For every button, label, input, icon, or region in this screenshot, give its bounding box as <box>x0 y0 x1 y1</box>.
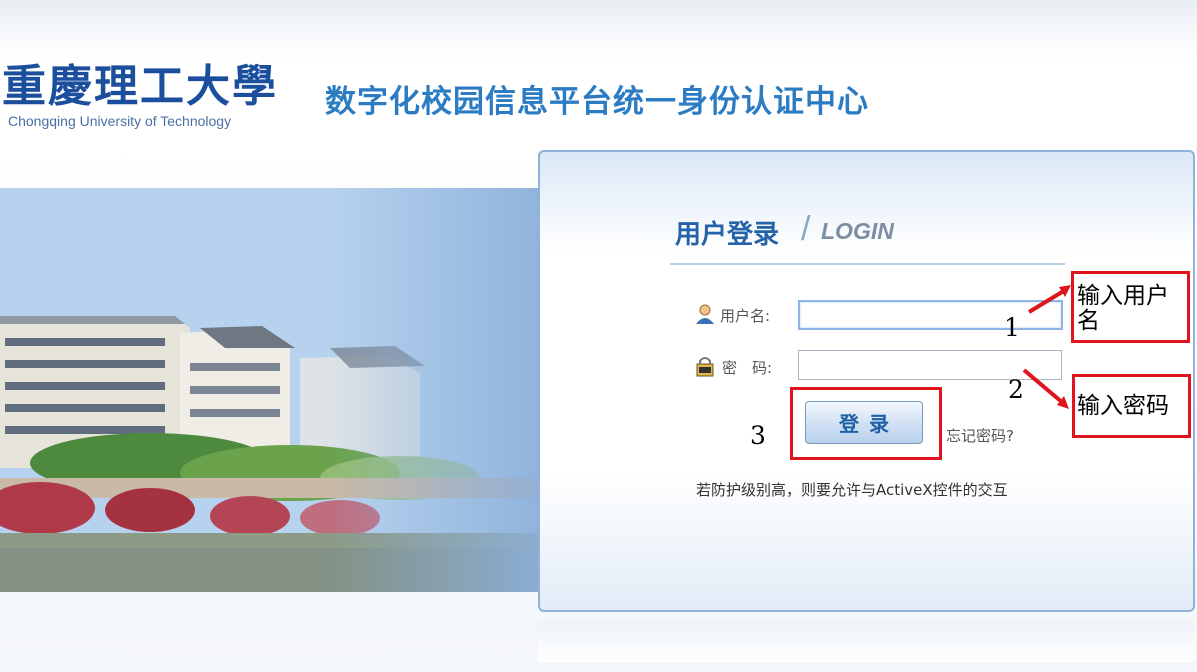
user-icon <box>695 303 715 325</box>
forgot-password-link[interactable]: 忘记密码? <box>946 425 1014 446</box>
annotation-box-login <box>790 387 942 460</box>
annotation-text-username: 输入用户名 <box>1077 283 1169 334</box>
annotation-text-password: 输入密码 <box>1077 393 1169 419</box>
arrow-icon <box>1022 285 1071 409</box>
banner-fade <box>330 188 538 592</box>
login-title-divider: / <box>801 210 811 248</box>
lock-icon <box>695 355 715 377</box>
login-title-en: LOGIN <box>821 218 894 244</box>
panel-reflection <box>538 622 1195 662</box>
site-title: 数字化校园信息平台统一身份认证中心 <box>325 84 869 120</box>
university-logo-cn: 重慶理工大學 <box>2 61 278 112</box>
campus-banner-image <box>0 188 538 592</box>
password-label: 密 码: <box>722 359 773 377</box>
title-underline <box>670 263 1065 265</box>
username-label: 用户名: <box>720 307 771 325</box>
login-title: 用户登录 <box>675 220 780 250</box>
activex-notice: 若防护级别高，则要允许与ActiveX控件的交互 <box>696 481 1008 499</box>
annotation-number-3: 3 <box>750 421 766 450</box>
university-logo-en: Chongqing University of Technology <box>8 113 232 129</box>
